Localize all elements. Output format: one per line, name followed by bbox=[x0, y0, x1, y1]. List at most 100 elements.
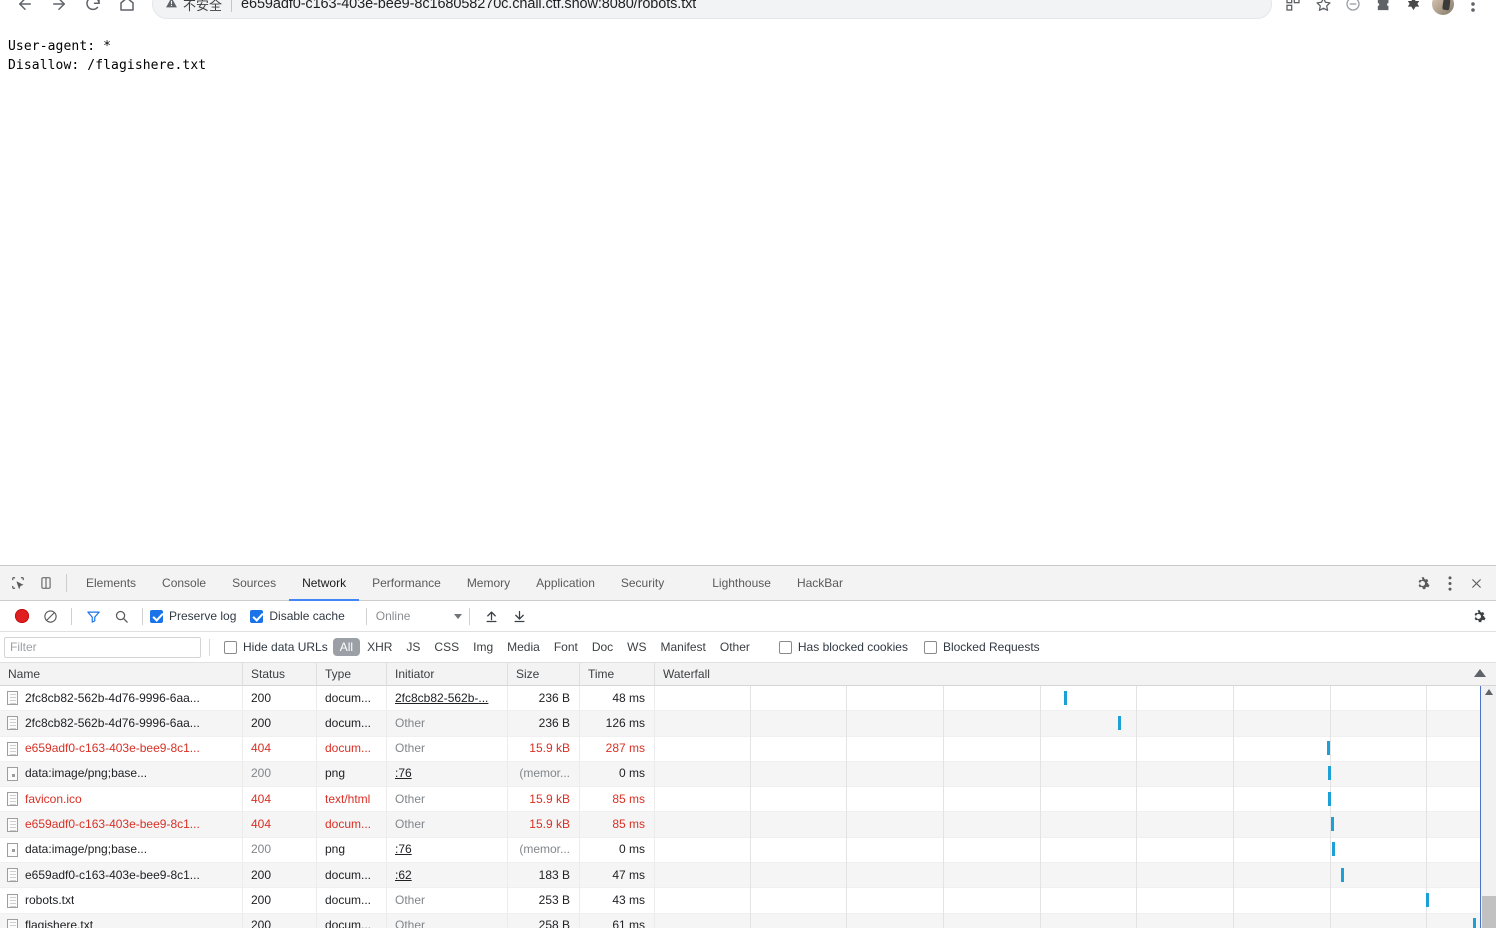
has-blocked-cookies-label: Has blocked cookies bbox=[797, 640, 908, 654]
settings-gear-icon[interactable] bbox=[1409, 566, 1436, 601]
url-text: e659adf0-c163-403e-bee9-8c168058270c.cha… bbox=[241, 0, 697, 12]
initiator-link[interactable]: :76 bbox=[395, 842, 412, 856]
document-icon bbox=[7, 691, 18, 706]
type-filter-css[interactable]: CSS bbox=[427, 638, 466, 656]
initiator-link[interactable]: :76 bbox=[395, 766, 412, 780]
tab-lighthouse[interactable]: Lighthouse bbox=[699, 566, 784, 601]
column-header-initiator[interactable]: Initiator bbox=[387, 662, 508, 686]
tab-console[interactable]: Console bbox=[149, 566, 219, 601]
qr-code-icon[interactable] bbox=[1278, 0, 1308, 19]
cell-type: docum... bbox=[317, 811, 387, 838]
device-toolbar-icon[interactable] bbox=[32, 566, 60, 600]
table-row[interactable]: 2fc8cb82-562b-4d76-9996-6aa... 200 docum..… bbox=[0, 710, 1496, 737]
forward-arrow-icon[interactable] bbox=[42, 0, 76, 21]
throttling-dropdown[interactable]: Online bbox=[376, 609, 463, 623]
export-har-icon[interactable] bbox=[505, 601, 533, 632]
chrome-menu-icon[interactable] bbox=[1458, 0, 1488, 19]
extension-block-icon[interactable] bbox=[1338, 0, 1368, 19]
table-row[interactable]: 2fc8cb82-562b-4d76-9996-6aa... 200 docum..… bbox=[0, 686, 1496, 712]
network-request-list[interactable]: 2fc8cb82-562b-4d76-9996-6aa... 200 docum..… bbox=[0, 686, 1496, 928]
close-devtools-icon[interactable] bbox=[1463, 566, 1490, 601]
type-filter-doc[interactable]: Doc bbox=[585, 638, 620, 656]
table-row[interactable]: favicon.ico 404 text/html Other 15.9 kB 85 ms bbox=[0, 786, 1496, 813]
table-row[interactable]: robots.txt 200 docum... Other 253 B 43 ms bbox=[0, 887, 1496, 914]
column-header-time[interactable]: Time bbox=[580, 662, 655, 686]
record-button[interactable] bbox=[8, 601, 36, 632]
preserve-log-checkbox[interactable]: Preserve log bbox=[150, 609, 236, 623]
cell-initiator: Other bbox=[387, 710, 508, 737]
image-icon bbox=[7, 842, 18, 857]
type-filter-font[interactable]: Font bbox=[547, 638, 585, 656]
toolbar-divider-1 bbox=[71, 607, 72, 625]
column-header-size[interactable]: Size bbox=[508, 662, 580, 686]
network-list-scrollbar[interactable] bbox=[1480, 686, 1496, 928]
cell-name: data:image/png;base... bbox=[0, 761, 243, 787]
sort-ascending-icon[interactable] bbox=[1474, 669, 1486, 677]
tab-application[interactable]: Application bbox=[523, 566, 608, 601]
tab-elements[interactable]: Elements bbox=[73, 566, 149, 601]
table-row[interactable]: e659adf0-c163-403e-bee9-8c1... 404 docum..… bbox=[0, 736, 1496, 762]
type-filter-img[interactable]: Img bbox=[466, 638, 500, 656]
filter-input[interactable] bbox=[4, 636, 201, 658]
cell-initiator[interactable]: :76 bbox=[387, 761, 508, 787]
import-har-icon[interactable] bbox=[477, 601, 505, 632]
type-filter-js[interactable]: JS bbox=[399, 638, 427, 656]
table-row[interactable]: flagishere.txt 200 docum... Other 258 B 61 ms bbox=[0, 913, 1496, 928]
column-header-type[interactable]: Type bbox=[317, 662, 387, 686]
reload-icon[interactable] bbox=[76, 0, 110, 21]
cell-time: 0 ms bbox=[580, 761, 655, 787]
type-filter-ws[interactable]: WS bbox=[620, 638, 653, 656]
table-row[interactable]: data:image/png;base... 200 png:76 (memor...… bbox=[0, 761, 1496, 788]
devtools-tabbar: Elements Console Sources Network Perform… bbox=[0, 566, 1496, 601]
column-header-name[interactable]: Name bbox=[0, 662, 243, 686]
blocked-requests-checkbox[interactable]: Blocked Requests bbox=[923, 640, 1040, 654]
scroll-up-arrow-icon[interactable] bbox=[1485, 689, 1493, 695]
cell-initiator[interactable]: :76 bbox=[387, 837, 508, 863]
extension-icon[interactable] bbox=[1398, 0, 1428, 19]
tab-security[interactable]: Security bbox=[608, 566, 677, 601]
more-options-icon[interactable] bbox=[1436, 566, 1463, 601]
inspect-element-icon[interactable] bbox=[4, 566, 32, 600]
tab-sources[interactable]: Sources bbox=[219, 566, 289, 601]
table-row[interactable]: e659adf0-c163-403e-bee9-8c1... 200 docum..… bbox=[0, 862, 1496, 889]
has-blocked-cookies-checkbox[interactable]: Has blocked cookies bbox=[778, 640, 908, 654]
document-icon bbox=[7, 741, 18, 756]
disable-cache-checkbox[interactable]: Disable cache bbox=[250, 609, 345, 623]
clear-button[interactable] bbox=[36, 601, 64, 632]
network-settings-gear-icon[interactable] bbox=[1464, 601, 1492, 632]
type-filter-all[interactable]: All bbox=[332, 638, 361, 656]
type-filter-media[interactable]: Media bbox=[500, 638, 547, 656]
initiator-link[interactable]: 2fc8cb82-562b-... bbox=[395, 691, 488, 705]
type-filter-other[interactable]: Other bbox=[713, 638, 757, 656]
back-arrow-icon[interactable] bbox=[8, 0, 42, 21]
type-filter-manifest[interactable]: Manifest bbox=[654, 638, 713, 656]
scrollbar-thumb[interactable] bbox=[1482, 896, 1496, 928]
hide-data-urls-checkbox[interactable]: Hide data URLs bbox=[224, 640, 328, 654]
request-name: favicon.ico bbox=[25, 791, 82, 806]
table-row[interactable]: e659adf0-c163-403e-bee9-8c1... 404 docum..… bbox=[0, 811, 1496, 838]
search-icon[interactable] bbox=[107, 601, 135, 632]
column-header-status[interactable]: Status bbox=[243, 662, 317, 686]
tab-network[interactable]: Network bbox=[289, 566, 360, 601]
tab-memory[interactable]: Memory bbox=[454, 566, 523, 601]
cell-name: flagishere.txt bbox=[0, 913, 243, 928]
address-bar[interactable]: 不安全 e659adf0-c163-403e-bee9-8c168058270c… bbox=[152, 0, 1272, 19]
type-filter-xhr[interactable]: XHR bbox=[360, 638, 399, 656]
cell-initiator[interactable]: :62 bbox=[387, 862, 508, 888]
security-warning[interactable]: 不安全 bbox=[165, 0, 222, 14]
bookmark-star-icon[interactable] bbox=[1308, 0, 1338, 19]
cell-status: 200 bbox=[243, 710, 317, 737]
profile-avatar[interactable] bbox=[1428, 0, 1458, 19]
table-row[interactable]: data:image/png;base... 200 png:76 (memor...… bbox=[0, 837, 1496, 864]
cell-initiator[interactable]: 2fc8cb82-562b-... bbox=[387, 686, 508, 711]
cell-size: 236 B bbox=[508, 686, 580, 711]
tab-performance[interactable]: Performance bbox=[359, 566, 454, 601]
column-header-waterfall[interactable]: Waterfall bbox=[655, 663, 1496, 686]
cell-initiator: Other bbox=[387, 811, 508, 838]
tab-hackbar[interactable]: HackBar bbox=[784, 566, 856, 601]
initiator-link[interactable]: :62 bbox=[395, 868, 412, 882]
cell-waterfall bbox=[655, 913, 1496, 928]
filter-icon[interactable] bbox=[79, 601, 107, 632]
extension-puzzle-icon[interactable] bbox=[1368, 0, 1398, 19]
home-icon[interactable] bbox=[110, 0, 144, 21]
